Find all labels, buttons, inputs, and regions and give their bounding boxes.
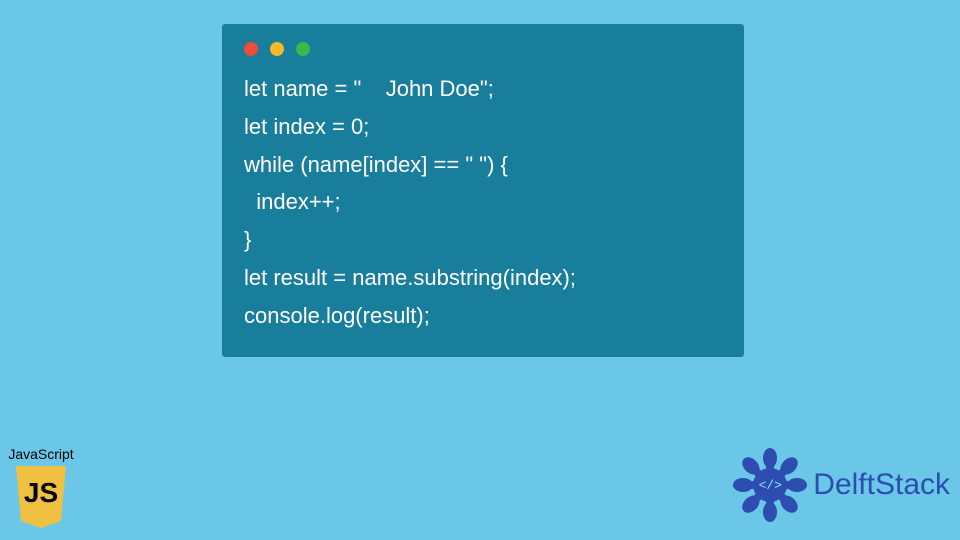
delftstack-wordmark: DelftStack — [813, 468, 950, 502]
close-icon — [244, 42, 258, 56]
code-line: let name = " John Doe"; — [244, 76, 494, 101]
code-line: index++; — [244, 189, 341, 214]
minimize-icon — [270, 42, 284, 56]
javascript-label: JavaScript — [2, 446, 80, 462]
code-block: let name = " John Doe"; let index = 0; w… — [244, 70, 722, 335]
delftstack-word-2: Stack — [875, 468, 950, 501]
code-line: while (name[index] == " ") { — [244, 152, 508, 177]
mandala-petal-icon — [766, 461, 774, 473]
javascript-shield-icon: JS — [13, 466, 69, 528]
delftstack-emblem-icon: </> — [733, 448, 807, 522]
javascript-shield-letters: JS — [13, 477, 69, 509]
window-traffic-lights — [244, 42, 722, 56]
code-line: let result = name.substring(index); — [244, 265, 576, 290]
code-line: let index = 0; — [244, 114, 369, 139]
delftstack-logo: </> DelftStack — [733, 448, 950, 522]
code-line: console.log(result); — [244, 303, 430, 328]
maximize-icon — [296, 42, 310, 56]
code-line: } — [244, 227, 251, 252]
javascript-badge: JavaScript JS — [2, 446, 80, 528]
page-background: let name = " John Doe"; let index = 0; w… — [0, 0, 960, 540]
delftstack-word-1: Delft — [813, 468, 875, 501]
code-window: let name = " John Doe"; let index = 0; w… — [222, 24, 744, 357]
